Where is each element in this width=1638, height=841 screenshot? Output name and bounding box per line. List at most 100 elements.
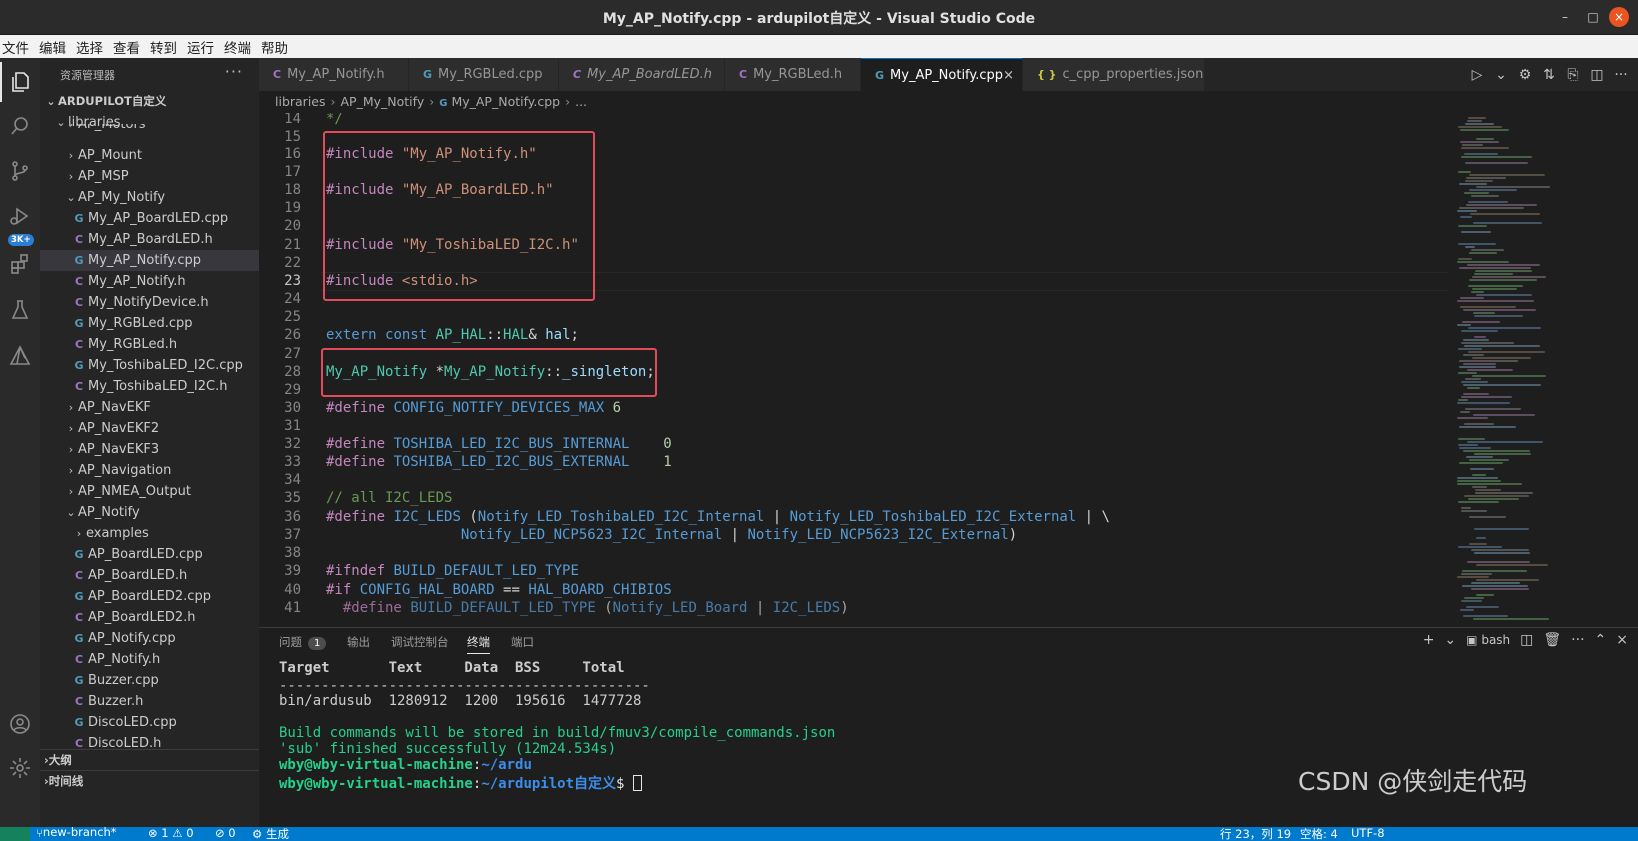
tree-item[interactable]: C AP_BoardLED2.h: [40, 607, 259, 628]
more-actions-icon[interactable]: ···: [225, 62, 243, 81]
tree-item[interactable]: ⌄ AP_Notify: [40, 502, 259, 523]
more-actions-icon[interactable]: ···: [1571, 632, 1584, 648]
tab-ports[interactable]: 端口: [511, 634, 534, 650]
run-code-icon[interactable]: ▷: [1468, 67, 1486, 83]
tab-my-rgbled-h[interactable]: C My_RGBLed.h: [725, 58, 861, 91]
tree-item[interactable]: › AP_MSP: [40, 166, 259, 187]
tab-my-ap-notify-cpp[interactable]: G My_AP_Notify.cpp ×: [861, 58, 1023, 91]
close-tab-icon[interactable]: ×: [1003, 59, 1014, 92]
menu-selection[interactable]: 选择: [76, 37, 111, 57]
menu-run[interactable]: 运行: [187, 37, 222, 57]
branch-status[interactable]: ⑂ new-branch*: [36, 827, 117, 840]
breadcrumb-item[interactable]: ...: [575, 94, 587, 109]
chevron-down-icon[interactable]: ⌄: [1444, 632, 1456, 648]
code-line-26: extern const AP_HAL::HAL& hal;: [326, 327, 579, 343]
tree-item[interactable]: › AP_NMEA_Output: [40, 481, 259, 502]
compare-icon[interactable]: ⇅: [1540, 67, 1558, 83]
split-editor-icon[interactable]: ◫: [1588, 67, 1606, 83]
menu-view[interactable]: 查看: [113, 37, 148, 57]
split-terminal-icon[interactable]: ◫: [1520, 632, 1533, 648]
remote-indicator-icon[interactable]: [0, 827, 30, 841]
menu-edit[interactable]: 编辑: [39, 37, 74, 57]
tab-my-ap-boardled-h[interactable]: C My_AP_BoardLED.h: [559, 58, 725, 91]
breadcrumb-item[interactable]: My_AP_Notify.cpp: [451, 94, 560, 109]
tree-item[interactable]: C Buzzer.h: [40, 691, 259, 712]
terminal-shell-selector[interactable]: ▣ bash: [1466, 633, 1510, 647]
minimap[interactable]: [1449, 113, 1638, 627]
menu-file[interactable]: 文件: [2, 37, 37, 57]
gear-icon[interactable]: ⚙: [1516, 67, 1534, 83]
chevron-down-icon[interactable]: ⌄: [1492, 67, 1510, 83]
minimap-line: [1457, 483, 1522, 485]
run-debug-icon[interactable]: [0, 196, 40, 236]
tree-item[interactable]: › AP_NavEKF3: [40, 439, 259, 460]
account-icon[interactable]: [0, 704, 40, 744]
outline-section[interactable]: ›大纲: [40, 749, 259, 770]
build-status[interactable]: ⚙ 生成: [252, 827, 289, 841]
menu-help[interactable]: 帮助: [261, 37, 296, 57]
cursor-position-status[interactable]: 行 23，列 19: [1220, 827, 1291, 841]
code-editor[interactable]: 14 15 16 17 18 19 20 21 22 23 24 25 26 27 28 29 30 31 32 33…: [259, 113, 1449, 627]
new-terminal-icon[interactable]: +: [1423, 632, 1435, 648]
tree-item[interactable]: › AP_Navigation: [40, 460, 259, 481]
tree-item[interactable]: G AP_Notify.cpp: [40, 628, 259, 649]
tab-output[interactable]: 输出: [347, 634, 370, 650]
timeline-section[interactable]: ›时间线: [40, 770, 259, 791]
tree-item[interactable]: G DiscoLED.cpp: [40, 712, 259, 733]
maximize-panel-icon[interactable]: ⌃: [1595, 632, 1607, 648]
encoding-status[interactable]: UTF-8: [1351, 827, 1385, 840]
close-panel-icon[interactable]: ×: [1616, 632, 1628, 648]
tree-item[interactable]: C My_AP_BoardLED.h: [40, 229, 259, 250]
tab-my-rgbled-cpp[interactable]: G My_RGBLed.cpp: [409, 58, 559, 91]
menu-terminal[interactable]: 终端: [224, 37, 259, 57]
tree-item[interactable]: G AP_BoardLED.cpp: [40, 544, 259, 565]
maximize-button[interactable]: □: [1582, 6, 1604, 28]
minimap-line: [1469, 174, 1545, 176]
tree-item[interactable]: C My_ToshibaLED_I2C.h: [40, 376, 259, 397]
open-changes-icon[interactable]: ⎘: [1564, 67, 1582, 83]
close-button[interactable]: ×: [1609, 7, 1629, 27]
tree-item[interactable]: C My_AP_Notify.h: [40, 271, 259, 292]
tab-debug-console[interactable]: 调试控制台: [391, 634, 449, 650]
cmake-icon[interactable]: [0, 336, 40, 376]
tree-item[interactable]: C AP_Notify.h: [40, 649, 259, 670]
minimize-button[interactable]: –: [1554, 6, 1576, 28]
tree-item[interactable]: C My_RGBLed.h: [40, 334, 259, 355]
tab-c-cpp-properties-json[interactable]: { } c_cpp_properties.json: [1023, 58, 1205, 91]
search-icon[interactable]: [0, 106, 40, 146]
tab-problems[interactable]: 问题 1: [279, 634, 327, 650]
terminal-prompt[interactable]: wby@wby-virtual-machine:~/ardupilot自定义$: [279, 773, 642, 793]
tree-item[interactable]: G Buzzer.cpp: [40, 670, 259, 691]
tree-item[interactable]: C My_NotifyDevice.h: [40, 292, 259, 313]
tree-item[interactable]: G My_RGBLed.cpp: [40, 313, 259, 334]
minimap-line: [1460, 411, 1470, 413]
tree-item[interactable]: G My_ToshibaLED_I2C.cpp: [40, 355, 259, 376]
tree-item[interactable]: G My_AP_BoardLED.cpp: [40, 208, 259, 229]
tree-item[interactable]: G My_AP_Notify.cpp: [40, 250, 259, 271]
indentation-status[interactable]: 空格: 4: [1300, 827, 1338, 841]
menu-go[interactable]: 转到: [150, 37, 185, 57]
trash-icon[interactable]: 🗑: [1543, 632, 1561, 648]
minimap-line: [1457, 324, 1471, 326]
tree-item[interactable]: › AP_Motors: [40, 124, 259, 134]
more-actions-icon[interactable]: ···: [1612, 67, 1630, 83]
tree-item[interactable]: ⌄ AP_My_Notify: [40, 187, 259, 208]
settings-gear-icon[interactable]: [0, 748, 40, 788]
breadcrumb-item[interactable]: AP_My_Notify: [341, 94, 425, 109]
tab-terminal[interactable]: 终端: [467, 634, 490, 654]
problems-status[interactable]: ⊗ 1 ⚠ 0: [148, 827, 194, 840]
tree-item[interactable]: C AP_BoardLED.h: [40, 565, 259, 586]
tree-item[interactable]: G AP_BoardLED2.cpp: [40, 586, 259, 607]
tab-my-ap-notify-h[interactable]: C My_AP_Notify.h: [259, 58, 409, 91]
tree-item[interactable]: › AP_NavEKF: [40, 397, 259, 418]
extensions-icon[interactable]: [0, 244, 40, 284]
tree-item[interactable]: › AP_Mount: [40, 145, 259, 166]
breadcrumb-item[interactable]: libraries: [275, 94, 326, 109]
tree-item[interactable]: › examples: [40, 523, 259, 544]
workspace-root[interactable]: ⌄ ARDUPILOT自定义: [40, 91, 259, 112]
source-control-icon[interactable]: [0, 151, 40, 191]
tree-item[interactable]: › AP_NavEKF2: [40, 418, 259, 439]
explorer-icon[interactable]: [0, 62, 40, 102]
testing-icon[interactable]: [0, 290, 40, 330]
ports-status[interactable]: ⊘ 0: [215, 827, 236, 840]
